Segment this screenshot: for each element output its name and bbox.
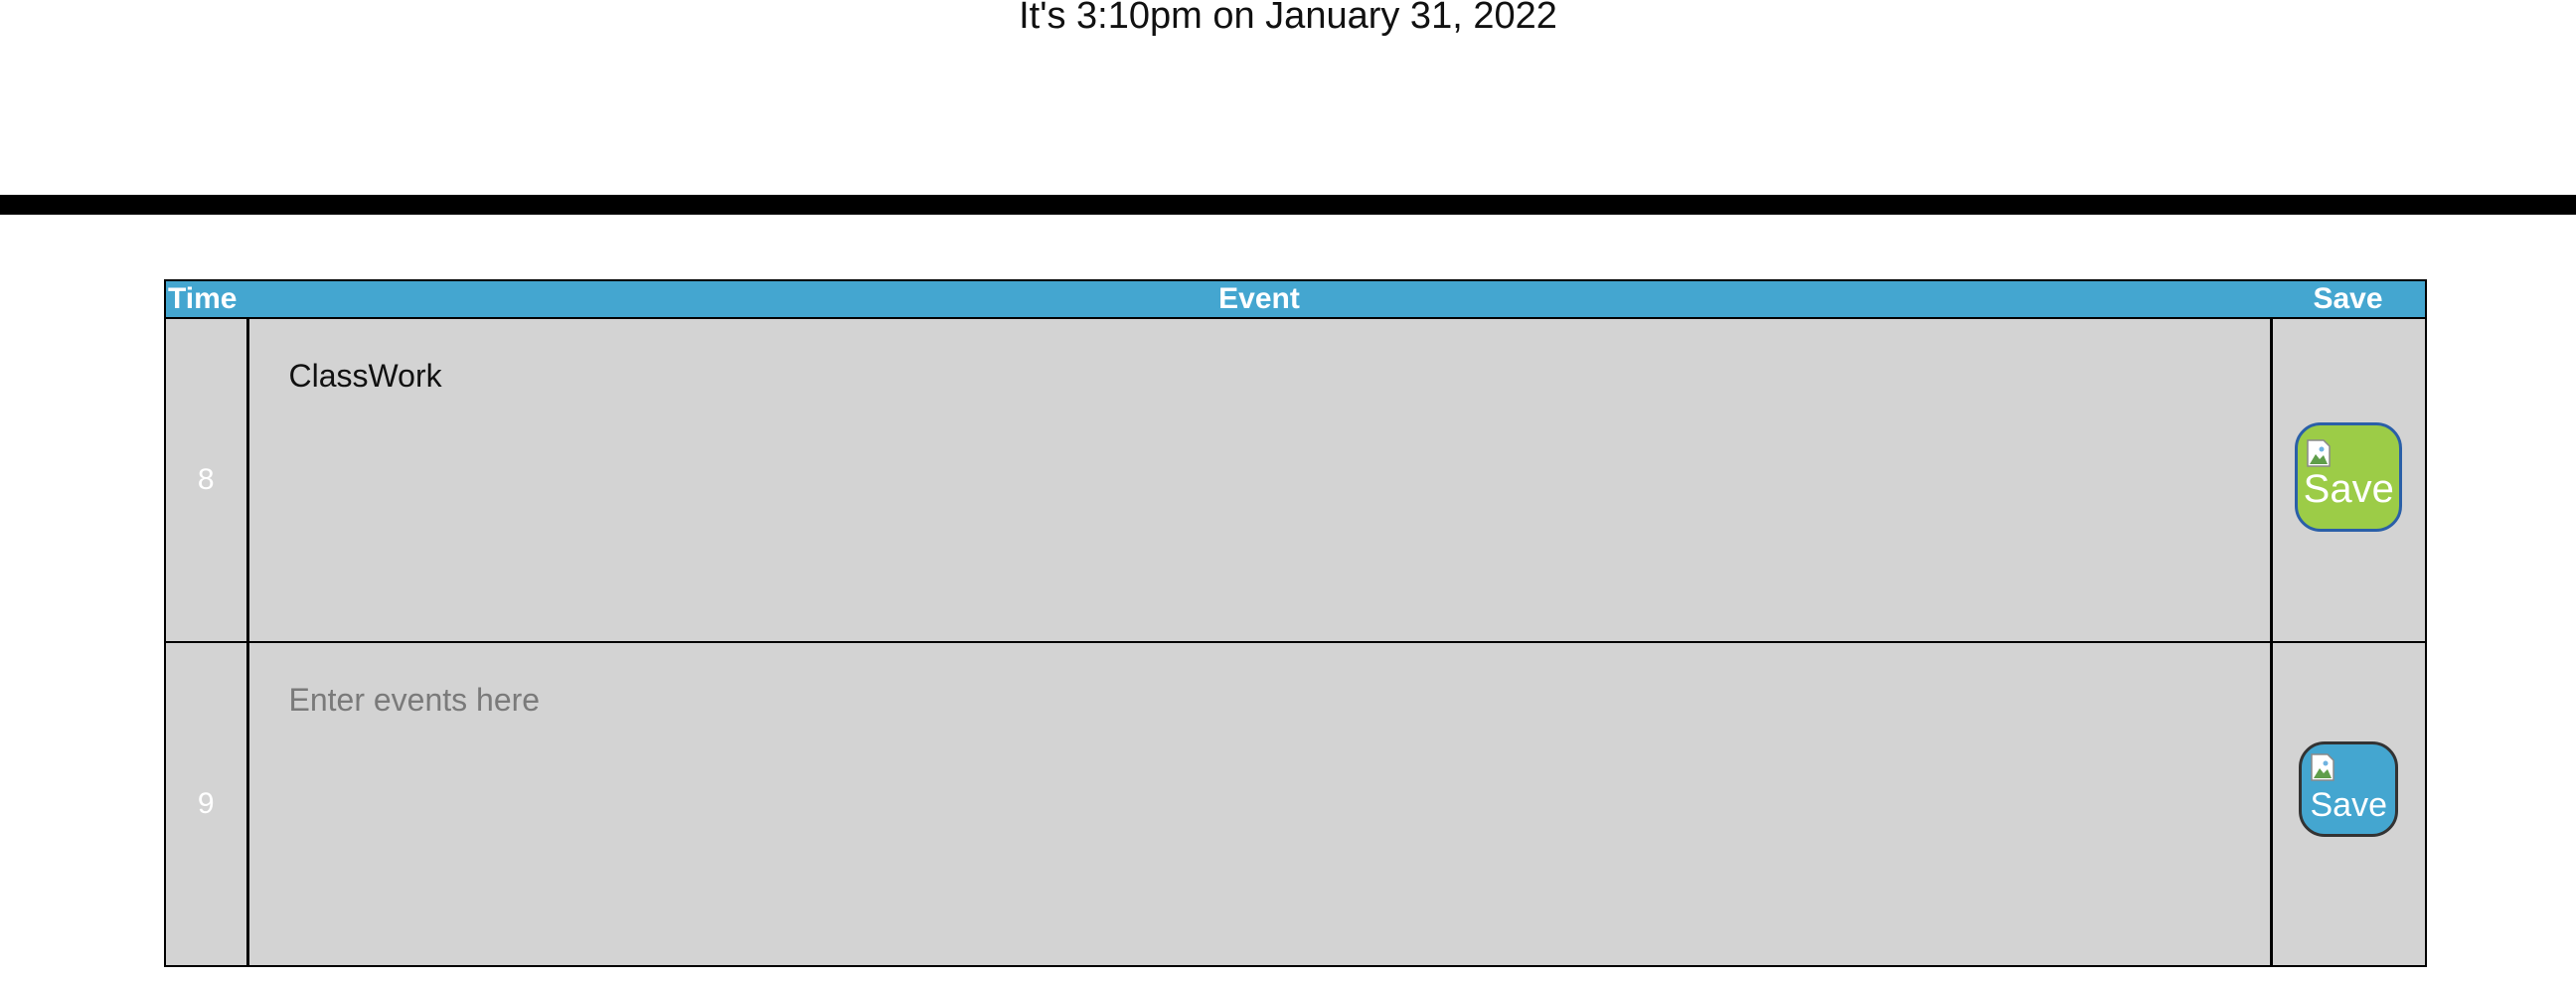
hour-label: 8 [164, 317, 249, 643]
save-button-9[interactable]: Save [2299, 741, 2399, 837]
page: It's 3:10pm on January 31, 2022 Time Eve… [0, 0, 2576, 982]
save-button-label: Save [2310, 786, 2388, 824]
table-header-row: Time Event Save [164, 279, 2427, 319]
header-event: Event [247, 279, 2271, 319]
planner-table: Time Event Save 8 ClassWork Save 9 Enter… [164, 279, 2427, 967]
event-cell [247, 641, 2273, 967]
save-button-8[interactable]: Save [2295, 422, 2403, 532]
event-input-8[interactable] [248, 322, 2270, 638]
header-time: Time [164, 279, 247, 319]
header-save: Save [2271, 279, 2427, 319]
save-button-label: Save [2303, 467, 2394, 511]
broken-image-icon [2310, 752, 2335, 782]
hour-label: 9 [164, 641, 249, 967]
event-input-9[interactable] [248, 646, 2270, 962]
event-cell [247, 317, 2273, 643]
broken-image-icon [2306, 433, 2332, 467]
current-day-text: It's 3:10pm on January 31, 2022 [1019, 0, 1557, 37]
header-divider [0, 195, 2576, 215]
save-cell: Save [2271, 641, 2427, 967]
time-block-row-8: 8 Save [164, 317, 2427, 643]
save-cell: Save [2271, 317, 2427, 643]
time-block-row-9: 9 Save [164, 641, 2427, 967]
